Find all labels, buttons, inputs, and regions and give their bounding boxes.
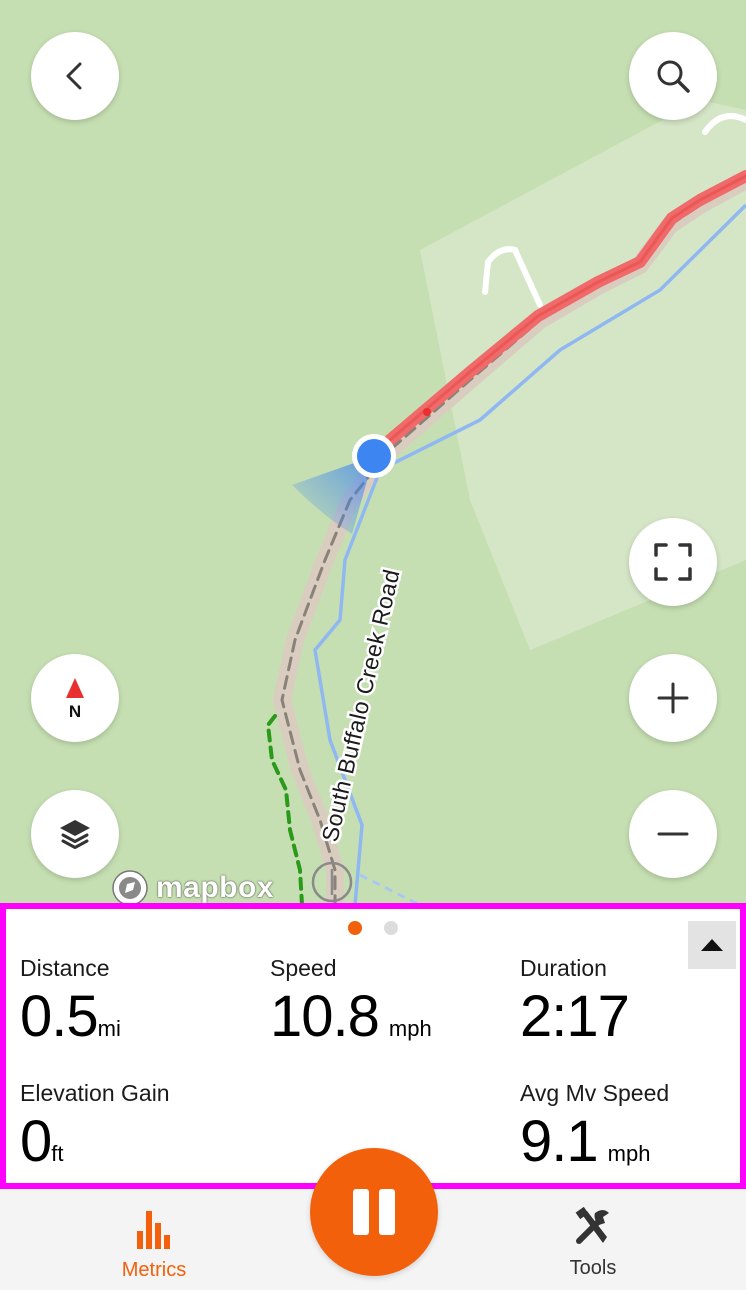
back-button[interactable] [31, 32, 119, 120]
plus-icon [657, 682, 689, 714]
metric-avg-mv-speed[interactable]: Avg Mv Speed 9.1 mph [520, 1080, 669, 1171]
metric-duration-label: Duration [520, 955, 607, 981]
expand-panel-button[interactable] [688, 921, 736, 969]
metric-elevation-gain-label: Elevation Gain [20, 1080, 170, 1106]
search-icon [657, 60, 690, 93]
pause-button[interactable] [310, 1148, 438, 1276]
metric-duration-value: 2:17 [520, 984, 630, 1049]
metric-speed-label: Speed [270, 955, 337, 981]
metric-avg-mv-speed-label: Avg Mv Speed [520, 1080, 670, 1106]
compass-button[interactable]: N [31, 654, 119, 742]
current-location-dot [357, 439, 391, 473]
tools-icon [575, 1207, 609, 1244]
mapbox-attribution-text: mapbox [156, 871, 275, 904]
tab-tools-label: Tools [569, 1257, 617, 1279]
chevron-left-icon [66, 62, 82, 90]
tab-metrics-label: Metrics [121, 1259, 187, 1281]
mapbox-logo-icon [112, 870, 148, 906]
zoom-in-button[interactable] [629, 654, 717, 742]
metric-avg-mv-speed-value: 9.1 [520, 1109, 599, 1174]
triangle-up-icon [701, 939, 723, 951]
fullscreen-icon [654, 543, 692, 581]
metric-duration[interactable]: Duration 2:17 [520, 955, 630, 1049]
metric-distance[interactable]: Distance 0.5 mi [20, 955, 121, 1046]
metric-speed[interactable]: Speed 10.8 mph [270, 955, 432, 1046]
metric-elevation-gain-unit: ft [51, 1141, 64, 1166]
metric-distance-value: 0.5 [20, 984, 99, 1049]
page-dot-2[interactable] [384, 921, 398, 935]
metric-speed-unit: mph [388, 1016, 432, 1041]
metric-speed-value: 10.8 [270, 984, 380, 1049]
search-button[interactable] [629, 32, 717, 120]
page-indicator [6, 921, 740, 935]
metric-distance-label: Distance [20, 955, 110, 981]
metric-elevation-gain[interactable]: Elevation Gain 0 ft [20, 1080, 170, 1171]
layers-icon [60, 820, 90, 849]
tab-tools[interactable]: Tools [523, 1207, 663, 1280]
compass-north-label: N [68, 702, 82, 721]
minus-icon [657, 832, 689, 836]
metric-elevation-gain-value: 0 [20, 1109, 52, 1174]
zoom-out-button[interactable] [629, 790, 717, 878]
metric-distance-unit: mi [97, 1016, 121, 1041]
bar-chart-icon [137, 1211, 170, 1249]
pause-icon [353, 1189, 395, 1235]
layers-button[interactable] [31, 790, 119, 878]
metric-avg-mv-speed-unit: mph [607, 1141, 651, 1166]
map-view[interactable]: South Buffalo Creek Road [0, 0, 746, 905]
metrics-panel: Distance 0.5 mi Speed 10.8 mph Duration … [0, 903, 746, 1189]
tab-metrics[interactable]: Metrics [84, 1207, 224, 1282]
track-marker [423, 408, 431, 416]
page-dot-1[interactable] [348, 921, 362, 935]
fullscreen-button[interactable] [629, 518, 717, 606]
